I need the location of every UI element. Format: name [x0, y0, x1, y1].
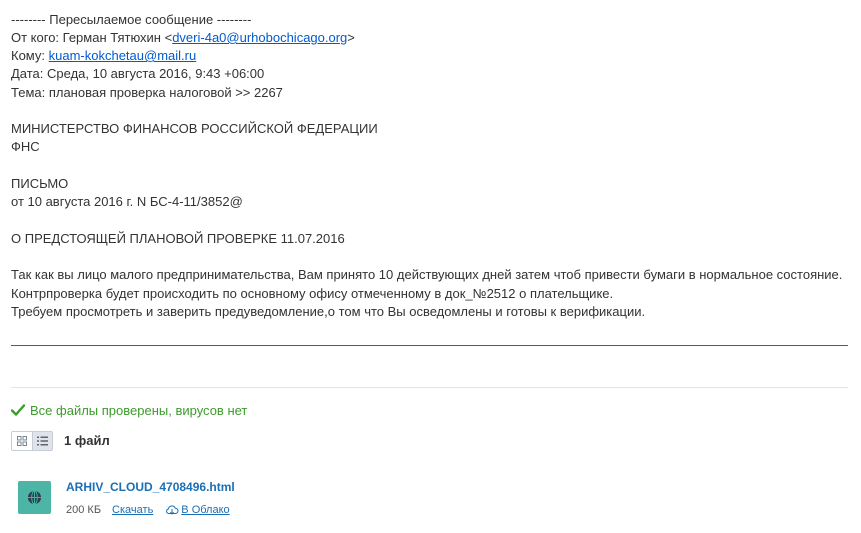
letter-label: ПИСЬМО	[11, 176, 69, 191]
to-line: Кому: kuam-kokchetau@mail.ru	[11, 48, 196, 64]
list-icon	[36, 436, 48, 446]
virus-status: Все файлы проверены, вирусов нет	[11, 402, 247, 418]
file-meta: 200 КБ Скачать В Облако	[66, 504, 230, 516]
from-label: От кого: Герман Тятюхин <	[11, 30, 173, 45]
file-icon-tile[interactable]	[18, 481, 51, 514]
globe-icon	[27, 490, 42, 505]
letter-title: О ПРЕДСТОЯЩЕЙ ПЛАНОВОЙ ПРОВЕРКЕ 11.07.20…	[11, 231, 345, 246]
grid-view-button[interactable]	[11, 431, 33, 451]
to-label: Кому:	[11, 48, 49, 63]
save-to-cloud-label: В Облако	[181, 504, 230, 516]
files-count: 1 файл	[64, 433, 110, 448]
date-line: Дата: Среда, 10 августа 2016, 9:43 +06:0…	[11, 66, 265, 81]
subject-line: Тема: плановая проверка налоговой >> 226…	[11, 85, 283, 100]
file-name-link[interactable]: ARHIV_CLOUD_4708496.html	[66, 480, 235, 494]
download-link[interactable]: Скачать	[112, 504, 153, 516]
body-paragraph-3: Требуем просмотреть и заверить предуведо…	[11, 304, 646, 319]
forward-separator: -------- Пересылаемое сообщение --------	[11, 12, 252, 27]
org-line-2: ФНС	[11, 139, 40, 154]
from-close: >	[347, 30, 355, 45]
org-line-1: МИНИСТЕРСТВО ФИНАНСОВ РОССИЙСКОЙ ФЕДЕРАЦ…	[11, 121, 378, 136]
from-email-link[interactable]: dveri-4a0@urhobochicago.org	[172, 30, 347, 45]
from-line: От кого: Герман Тятюхин <dveri-4a0@urhob…	[11, 30, 355, 46]
save-to-cloud-link[interactable]: В Облако	[165, 504, 230, 516]
letter-ref: от 10 августа 2016 г. N БС-4-11/3852@	[11, 194, 243, 209]
file-size: 200 КБ	[66, 504, 102, 516]
checkmark-icon	[11, 404, 25, 416]
body-divider	[11, 345, 848, 346]
virus-status-text: Все файлы проверены, вирусов нет	[30, 402, 248, 418]
view-toggle	[11, 431, 53, 451]
cloud-download-icon	[166, 505, 179, 515]
attachments-divider	[11, 387, 848, 388]
grid-icon	[16, 436, 27, 446]
body-paragraph-2: Контрпроверка будет происходить по основ…	[11, 286, 614, 301]
body-paragraph-1: Так как вы лицо малого предпринимательст…	[11, 267, 843, 282]
to-email-link[interactable]: kuam-kokchetau@mail.ru	[49, 48, 197, 63]
list-view-button[interactable]	[32, 431, 53, 451]
